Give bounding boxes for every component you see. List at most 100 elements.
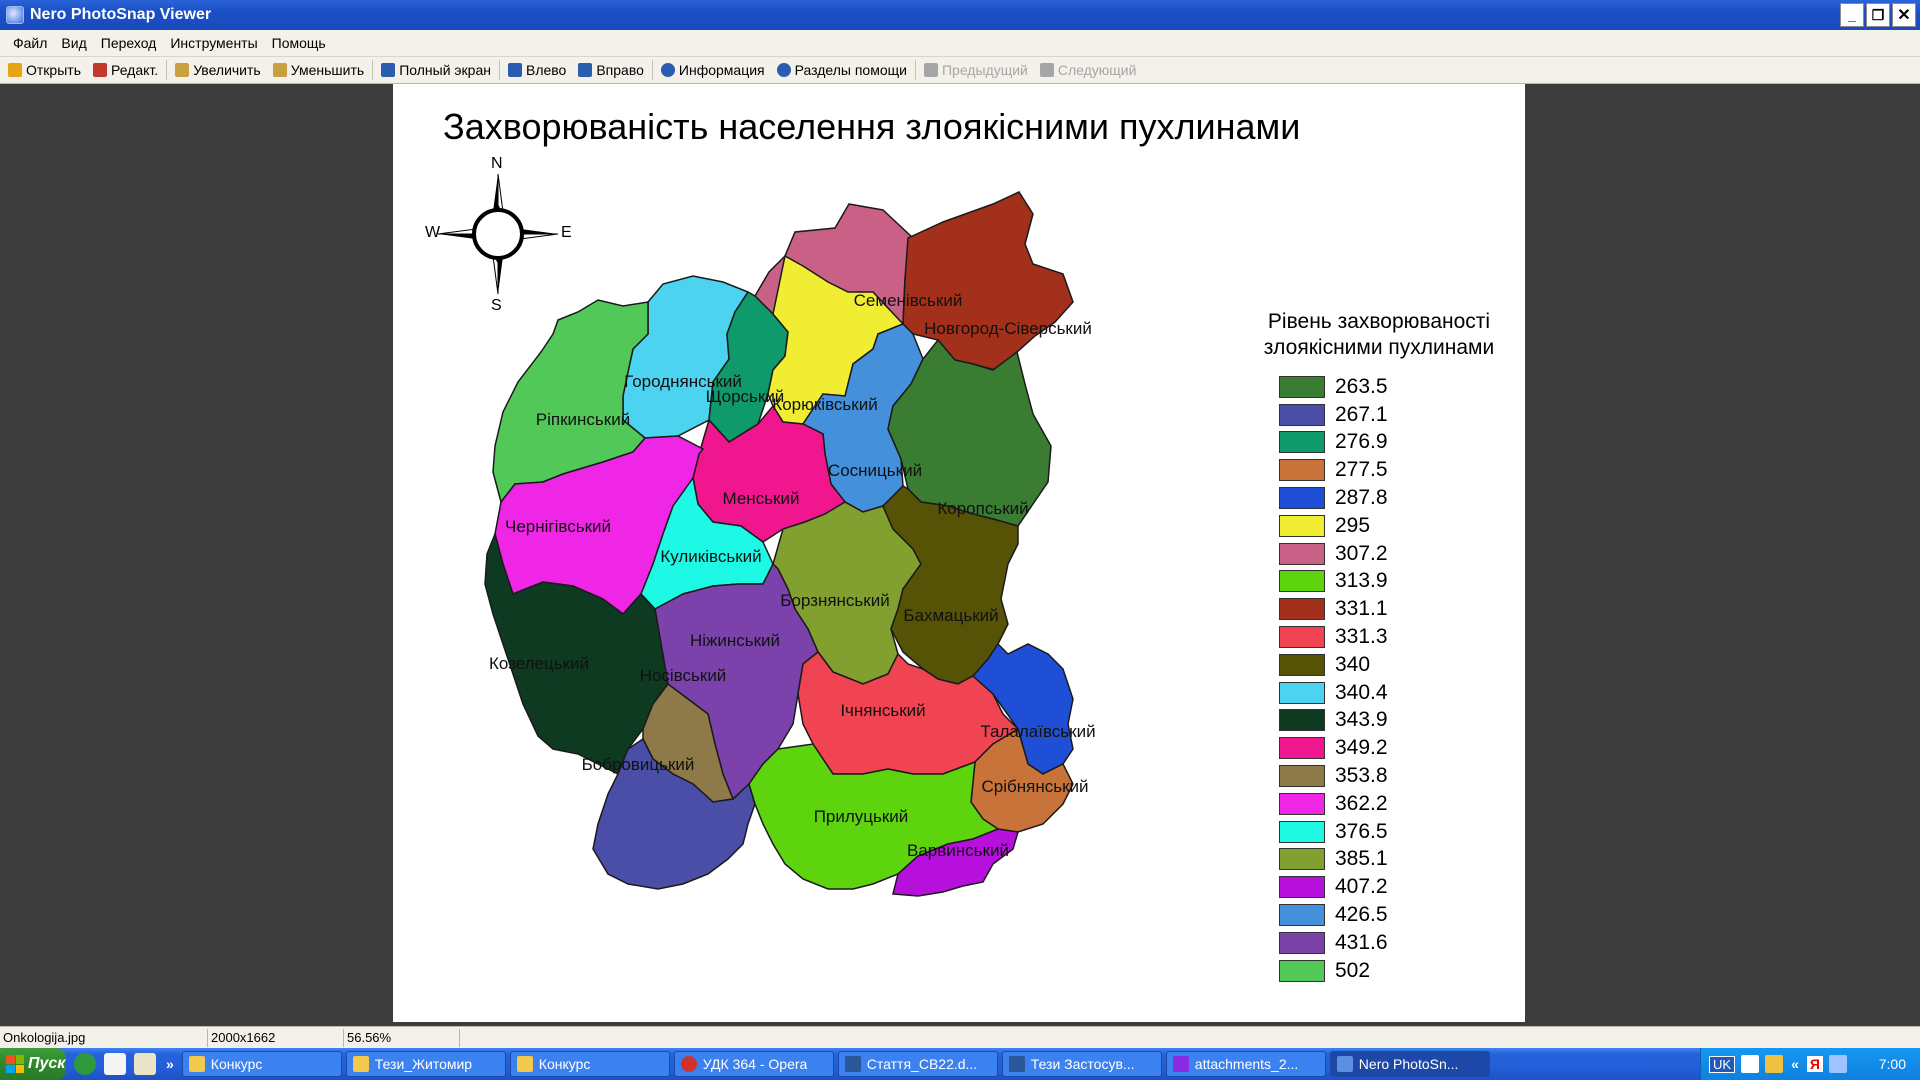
toolbar-button-label: Следующий: [1057, 62, 1137, 78]
status-dimensions: 2000x1662: [208, 1028, 344, 1047]
toolbar-button-10[interactable]: Следующий: [1034, 58, 1143, 82]
security-tray-icon[interactable]: [1765, 1055, 1784, 1073]
start-label: Пуск: [28, 1055, 66, 1072]
legend-swatch: [1279, 459, 1325, 482]
quicklaunch-overflow-icon[interactable]: »: [166, 1056, 174, 1072]
zoom-in-icon: [175, 63, 190, 77]
zoom-out-icon: [272, 63, 287, 77]
district-label: Рiпкинський: [536, 410, 630, 429]
taskbar-button[interactable]: Конкурс: [181, 1051, 342, 1077]
quicklaunch-browser-icon[interactable]: [74, 1053, 96, 1075]
legend-item: 331.3: [1253, 623, 1523, 651]
district-label: Куликівський: [660, 547, 761, 566]
windows-logo-icon: [6, 1055, 24, 1073]
tray-expand-icon[interactable]: «: [1791, 1056, 1799, 1072]
toolbar-button-label: Разделы помощи: [794, 62, 907, 78]
taskbar-button-label: Конкурс: [210, 1056, 263, 1072]
taskbar-button[interactable]: Конкурс: [509, 1051, 670, 1077]
taskbar-button[interactable]: Nero PhotoSn...: [1329, 1051, 1490, 1077]
system-tray: UK « Я 7:00: [1700, 1048, 1920, 1080]
toolbar-button-2[interactable]: Увеличить: [169, 58, 267, 82]
legend-value: 353.8: [1335, 764, 1388, 788]
toolbar-button-label: Открыть: [26, 62, 81, 78]
toolbar: Открыть Редакт. Увеличить Уменьшить Полный э…: [0, 56, 1920, 84]
toolbar-button-9[interactable]: Предыдущий: [918, 58, 1034, 82]
legend-swatch: [1279, 792, 1325, 815]
edit-icon: [92, 63, 107, 77]
taskbar-button[interactable]: УДК 364 - Opera: [673, 1051, 834, 1077]
legend-item: 426.5: [1253, 901, 1523, 929]
district-label: Семенівський: [854, 291, 963, 310]
minimize-button[interactable]: _: [1840, 3, 1864, 27]
toolbar-button-7[interactable]: Информация: [655, 58, 771, 82]
legend-value: 407.2: [1335, 875, 1388, 899]
toolbar-button-4[interactable]: Полный экран: [375, 58, 497, 82]
window-titlebar[interactable]: Nero PhotoSnap Viewer _ ❐ ✕: [0, 0, 1920, 30]
quicklaunch-notepad-icon[interactable]: [134, 1053, 156, 1075]
toolbar-separator: [498, 60, 500, 80]
legend-swatch: [1279, 848, 1325, 871]
menu-view[interactable]: Вид: [54, 35, 93, 51]
folder-icon: [352, 1056, 369, 1072]
menu-help[interactable]: Помощь: [265, 35, 333, 51]
toolbar-button-8[interactable]: Разделы помощи: [771, 58, 913, 82]
district-map: СеменівськийНовгород-СіверськийГороднянс…: [484, 191, 1096, 897]
legend-item: 287.8: [1253, 484, 1523, 512]
legend-swatch: [1279, 904, 1325, 927]
arrow-right-icon: [1039, 63, 1054, 77]
toolbar-button-1[interactable]: Редакт.: [87, 58, 164, 82]
help-tray-icon[interactable]: [1741, 1055, 1760, 1073]
opera-icon: [680, 1056, 697, 1072]
displayed-image: Захворюваність населення злоякісними пух…: [393, 84, 1525, 1022]
restore-button[interactable]: ❐: [1866, 3, 1890, 27]
toolbar-button-label: Влево: [525, 62, 567, 78]
menu-go[interactable]: Переход: [94, 35, 164, 51]
toolbar-button-3[interactable]: Уменьшить: [267, 58, 370, 82]
legend-value: 307.2: [1335, 541, 1388, 565]
legend-item: 295: [1253, 512, 1523, 540]
folder-icon: [516, 1056, 533, 1072]
district-label: Прилуцький: [814, 807, 909, 826]
toolbar-separator: [651, 60, 653, 80]
legend-value: 263.5: [1335, 374, 1388, 398]
yandex-tray-icon[interactable]: Я: [1806, 1056, 1823, 1072]
legend-item: 277.5: [1253, 456, 1523, 484]
toolbar-button-6[interactable]: Вправо: [572, 58, 650, 82]
taskbar-button[interactable]: Стаття_СВ22.d...: [837, 1051, 998, 1077]
legend-swatch: [1279, 737, 1325, 760]
toolbar-button-5[interactable]: Влево: [502, 58, 572, 82]
district-label: Ічнянський: [840, 701, 925, 720]
district-label: Бахмацький: [903, 606, 998, 625]
district-label: Корюківський: [772, 395, 877, 414]
toolbar-button-0[interactable]: Открыть: [2, 58, 87, 82]
district-label: Новгород-Сіверський: [924, 319, 1092, 338]
photosnap-icon: [1336, 1056, 1353, 1072]
taskbar-button[interactable]: attachments_2...: [1165, 1051, 1326, 1077]
arrow-left-icon: [923, 63, 938, 77]
toolbar-button-label: Уменьшить: [290, 62, 365, 78]
legend-value: 362.2: [1335, 791, 1388, 815]
legend-item: 331.1: [1253, 595, 1523, 623]
legend-swatch: [1279, 709, 1325, 732]
network-tray-icon[interactable]: [1828, 1055, 1847, 1073]
menu-file[interactable]: Файл: [6, 35, 54, 51]
window-title: Nero PhotoSnap Viewer: [30, 6, 212, 23]
district-label: Бобровицький: [582, 755, 695, 774]
legend-item: 353.8: [1253, 762, 1523, 790]
compass-west-label: W: [425, 224, 441, 241]
close-button[interactable]: ✕: [1892, 3, 1916, 27]
legend-item: 276.9: [1253, 429, 1523, 457]
language-indicator[interactable]: UK: [1709, 1055, 1736, 1073]
legend-item: 340.4: [1253, 679, 1523, 707]
menu-tools[interactable]: Инструменты: [163, 35, 264, 51]
clock[interactable]: 7:00: [1879, 1056, 1906, 1072]
quicklaunch-ebay-icon[interactable]: [104, 1053, 126, 1075]
taskbar-button-label: Стаття_СВ22.d...: [866, 1056, 978, 1072]
start-button[interactable]: Пуск: [0, 1048, 66, 1080]
map-legend: Рівень захворюваності злоякісними пухлин…: [1253, 309, 1523, 985]
taskbar-button[interactable]: Тези_Житомир: [345, 1051, 506, 1077]
taskbar-button[interactable]: Тези Застосув...: [1001, 1051, 1162, 1077]
image-viewport[interactable]: Захворюваність населення злоякісними пух…: [0, 84, 1920, 1026]
legend-item: 376.5: [1253, 818, 1523, 846]
legend-swatch: [1279, 598, 1325, 621]
